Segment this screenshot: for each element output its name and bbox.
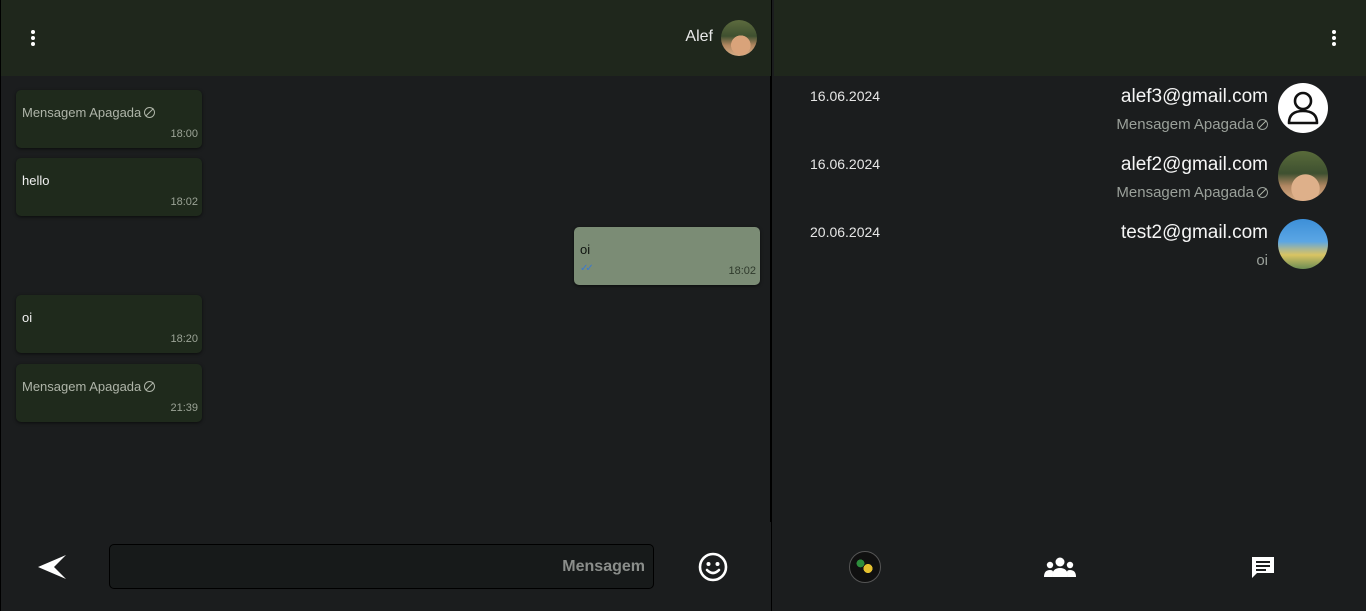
app-root: Alef Mensagem Apagada 18:00 hello 18:02 … [0,0,1366,611]
ban-icon [144,107,156,118]
bottom-nav [774,522,1366,611]
message-text: Mensagem Apagada [22,105,142,120]
conversation-preview: Mensagem Apagada [1116,116,1268,133]
message-time: 21:39 [170,402,198,414]
conversation-date: 16.06.2024 [810,156,881,172]
conversation-email: alef2@gmail.com [1120,154,1268,175]
conversation-item[interactable]: 16.06.2024 alef3@gmail.com Mensagem Apag… [774,76,1366,142]
conversation-email: test2@gmail.com [1120,222,1268,243]
message-text: oi [22,310,33,325]
message-bubble[interactable]: Mensagem Apagada 21:39 [16,364,202,422]
message-bubble[interactable]: hello 18:02 [16,158,202,216]
send-icon[interactable] [36,553,68,581]
conversation-item[interactable]: 20.06.2024 test2@gmail.com oi [774,212,1366,278]
contact-name[interactable]: Alef [685,28,713,46]
conversation-header [774,0,1366,76]
group-icon[interactable] [1044,556,1076,578]
globe-icon[interactable] [849,551,881,583]
conversation-item[interactable]: 16.06.2024 alef2@gmail.com Mensagem Apag… [774,144,1366,210]
message-text: hello [22,173,50,188]
conversation-preview: Mensagem Apagada [1116,184,1268,201]
chat-icon[interactable] [1250,555,1276,579]
contact-avatar[interactable] [721,20,757,56]
chat-header: Alef [1,0,771,76]
message-time: 18:02 [728,265,756,277]
chat-menu-icon[interactable] [21,26,45,50]
message-time: 18:02 [170,196,198,208]
ban-icon [1257,119,1268,130]
message-list: Mensagem Apagada 18:00 hello 18:02 oi ✓✓… [1,76,771,522]
list-menu-icon[interactable] [1322,26,1346,50]
default-user-icon [1278,83,1328,133]
message-bubble[interactable]: oi 18:20 [16,295,202,353]
conversation-date: 16.06.2024 [810,88,881,104]
conversation-date: 20.06.2024 [810,224,881,240]
chat-panel: Alef Mensagem Apagada 18:00 hello 18:02 … [0,0,772,611]
message-input[interactable] [109,544,654,589]
message-bubble-outgoing[interactable]: oi ✓✓ 18:02 [574,227,760,285]
message-text: oi [580,242,591,257]
ban-icon [1257,187,1268,198]
message-bubble[interactable]: Mensagem Apagada 18:00 [16,90,202,148]
message-text: Mensagem Apagada [22,379,142,394]
conversation-preview: oi [1256,252,1268,269]
message-time: 18:20 [170,333,198,345]
avatar [1278,219,1328,269]
conversation-panel: 16.06.2024 alef3@gmail.com Mensagem Apag… [774,0,1366,611]
ban-icon [144,381,156,392]
emoji-icon[interactable] [697,551,729,583]
read-ticks-icon: ✓✓ [580,263,594,274]
avatar [1278,151,1328,201]
message-time: 18:00 [170,128,198,140]
conversation-email: alef3@gmail.com [1120,86,1268,107]
